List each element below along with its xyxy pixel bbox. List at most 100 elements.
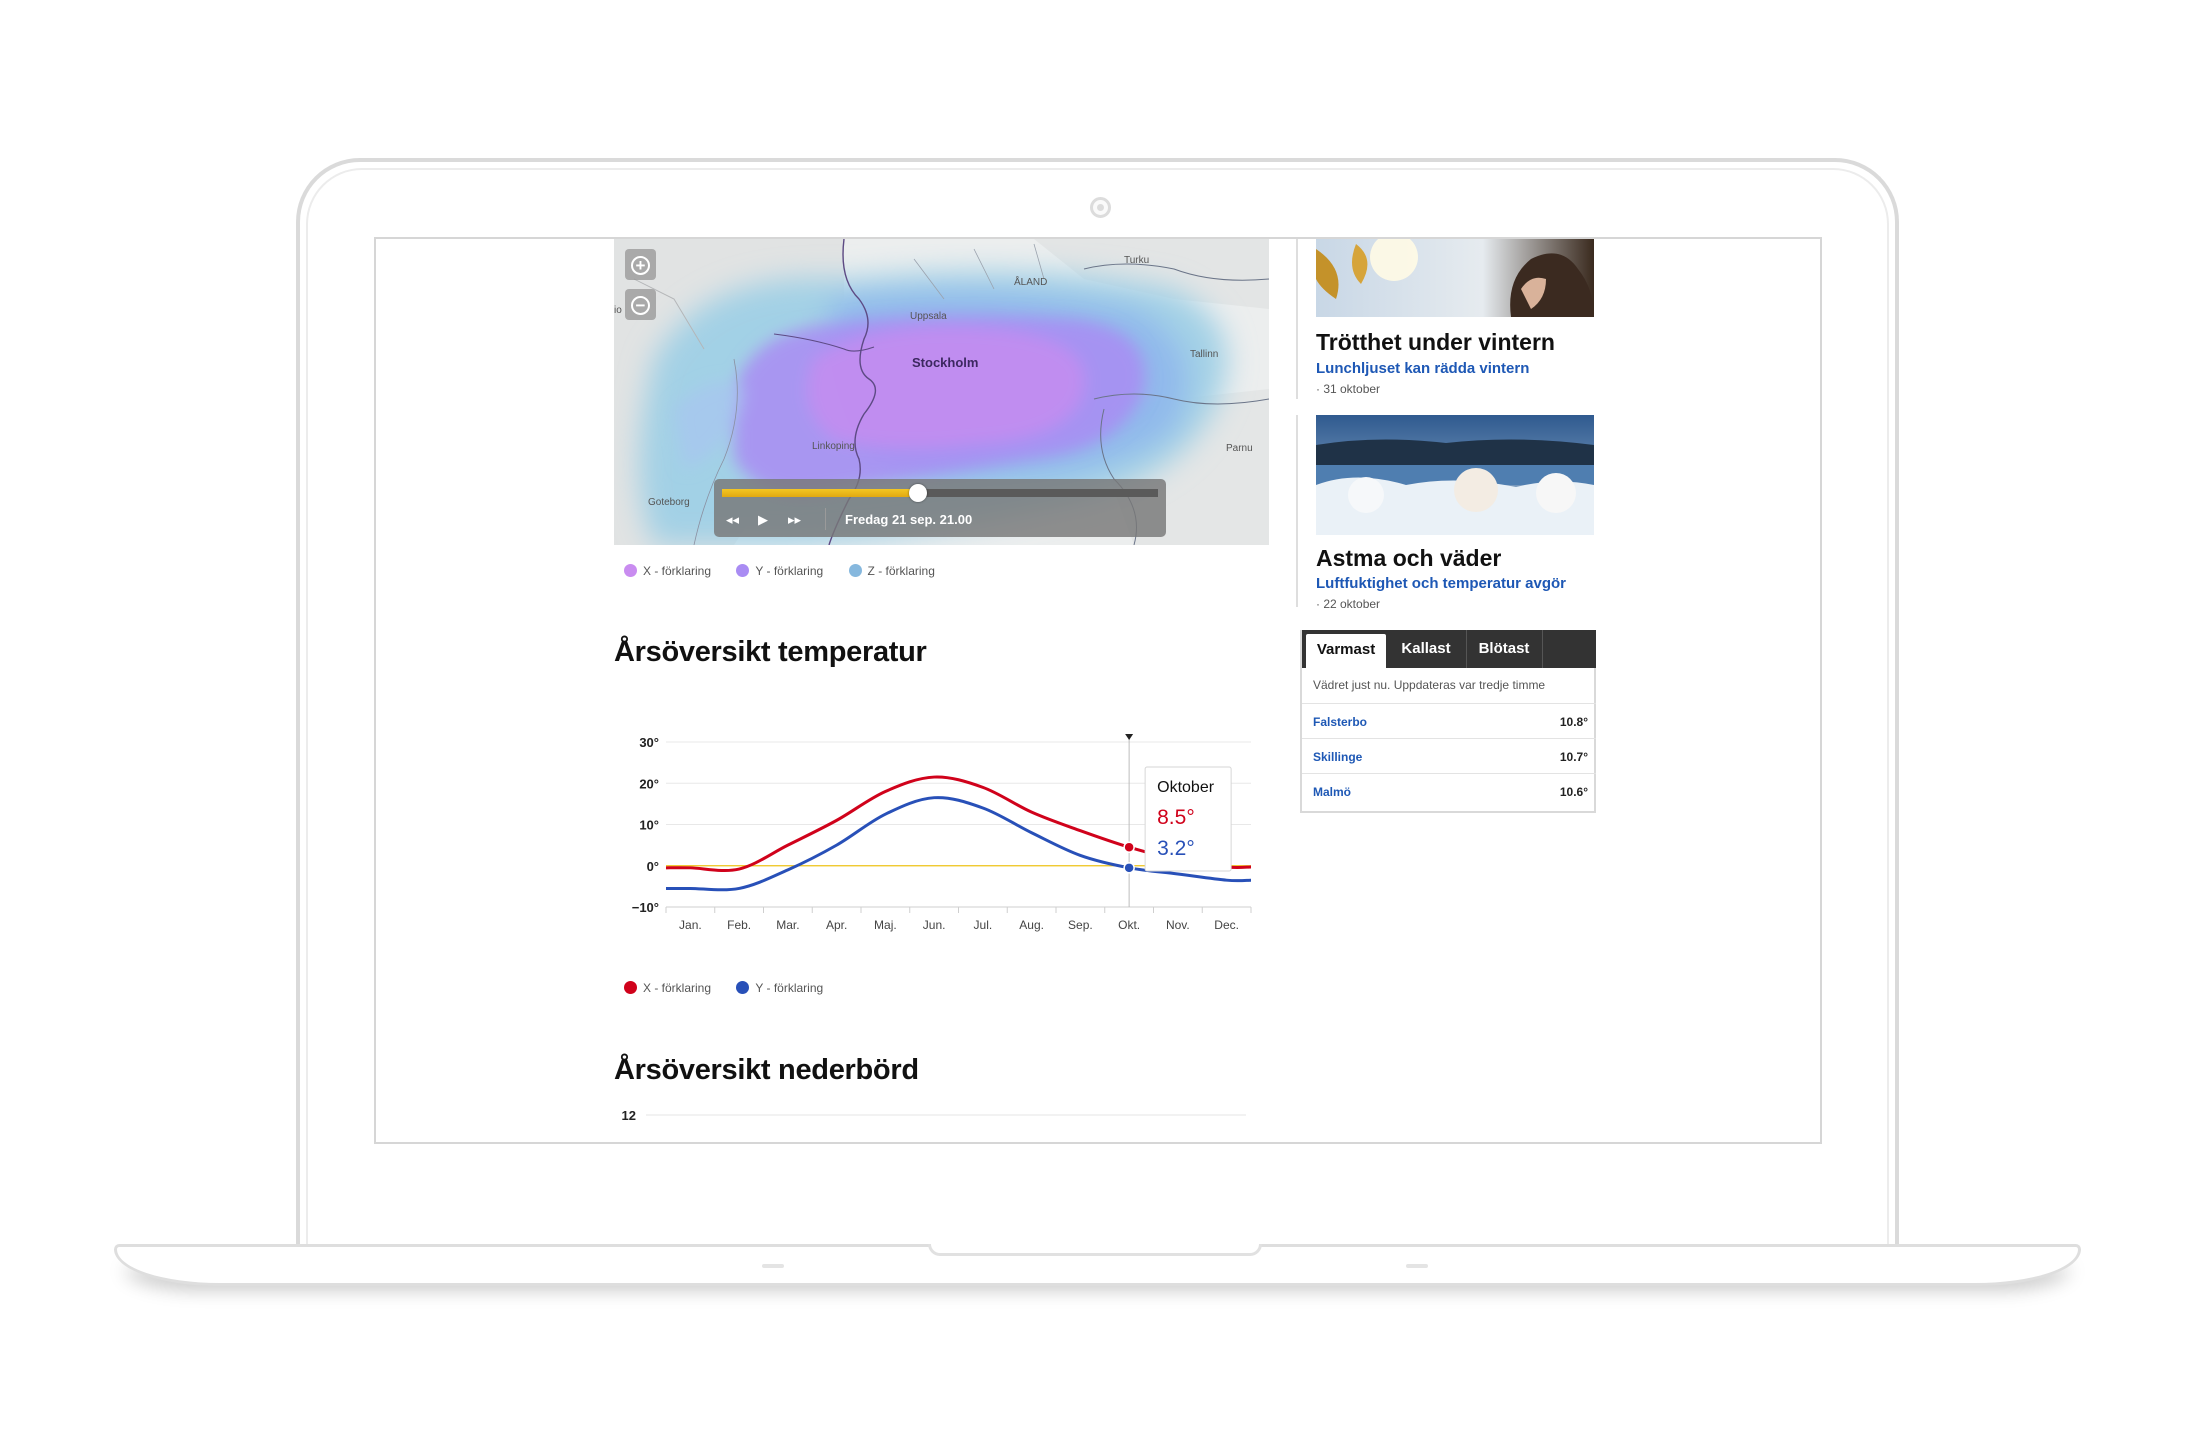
x-tick-label: Dec. (1214, 918, 1239, 932)
place-temperature: 10.8° (1559, 715, 1588, 729)
article-subtitle-link[interactable]: Lunchljuset kan rädda vintern (1316, 360, 1529, 377)
highlight-point (1123, 862, 1135, 874)
forward-icon[interactable]: ▸▸ (788, 512, 801, 528)
highlight-marker-icon (1125, 734, 1134, 740)
x-tick-label: Apr. (826, 918, 847, 932)
map-label-goteborg: Goteborg (648, 497, 690, 508)
map-legend: X - förklaring Y - förklaring Z - förkla… (624, 564, 957, 578)
x-tick-label: Jul. (974, 918, 993, 932)
y-tick-label: 10° (639, 818, 659, 833)
zoom-out-icon: − (631, 296, 650, 315)
precipitation-chart: 12 (622, 1109, 1246, 1123)
article-image-winter-sun (1316, 239, 1594, 317)
article-divider (1296, 239, 1298, 399)
y-tick-label: 20° (639, 776, 659, 791)
x-tick-label: Nov. (1166, 918, 1190, 932)
map-legend-item: X - förklaring (624, 564, 711, 578)
legend-label: Y - förklaring (755, 981, 824, 995)
x-tick-label: Feb. (727, 918, 751, 932)
play-icon[interactable]: ▶ (758, 512, 768, 528)
legend-label: X - förklaring (643, 564, 712, 578)
article-date: · 31 oktober (1316, 382, 1381, 396)
legend-dot-icon (736, 564, 750, 577)
article-image[interactable] (1316, 415, 1594, 535)
article-title[interactable]: Astma och väder (1316, 545, 1501, 572)
article-date: · 22 oktober (1316, 597, 1381, 611)
tab-blotast[interactable]: Blötast (1467, 630, 1541, 668)
legend-label: Z - förklaring (867, 564, 935, 578)
temperature-heading: Årsöversikt temperatur (614, 636, 927, 668)
map-legend-item: Y - förklaring (736, 564, 823, 578)
legend-dot-icon (736, 981, 750, 994)
precipitation-heading: Årsöversikt nederbörd (614, 1054, 919, 1086)
weather-ranking-widget: Varmast Kallast Blötast Vädret just nu. … (1300, 630, 1596, 813)
x-tick-label: Maj. (874, 918, 897, 932)
place-link[interactable]: Falsterbo (1313, 715, 1367, 729)
place-temperature: 10.6° (1559, 785, 1588, 799)
map-label-parnu: Parnu (1226, 443, 1253, 454)
laptop-foot (1406, 1264, 1428, 1268)
y-tick-label: 30° (639, 735, 659, 750)
tab-varmast[interactable]: Varmast (1306, 634, 1386, 668)
rewind-icon[interactable]: ◂◂ (726, 512, 739, 528)
temperature-legend-item: X - förklaring (624, 981, 711, 995)
place-link[interactable]: Malmö (1313, 785, 1351, 799)
map-label-edge: io (614, 305, 622, 316)
temperature-legend-item: Y - förklaring (736, 981, 823, 995)
precipitation-map[interactable]: + − io Turku ÅLAND Uppsala Stockholm Tal… (614, 239, 1269, 545)
article-subtitle-link[interactable]: Luftfuktighet och temperatur avgör (1316, 575, 1566, 592)
camera-lens (1097, 204, 1104, 211)
map-label-stockholm: Stockholm (912, 355, 979, 370)
article-image-winter-landscape (1316, 415, 1594, 535)
y-tick-label: −10° (632, 900, 659, 915)
x-tick-label: Sep. (1068, 918, 1093, 932)
map-label-aland: ÅLAND (1014, 277, 1048, 288)
article-title[interactable]: Trötthet under vintern (1316, 329, 1555, 356)
legend-dot-icon (624, 564, 637, 577)
zoom-in-button[interactable]: + (625, 249, 656, 280)
map-label-tallinn: Tallinn (1190, 349, 1219, 360)
highlight-point (1123, 841, 1135, 853)
y-tick-label: 0° (647, 859, 659, 874)
precipitation-tick-label: 12 (622, 1109, 636, 1123)
x-tick-label: Okt. (1118, 918, 1140, 932)
laptop-notch (928, 1244, 1262, 1256)
tooltip-x-value: 8.5° (1157, 806, 1195, 829)
x-tick-label: Mar. (776, 918, 799, 932)
article-divider (1296, 415, 1298, 607)
x-tick-label: Aug. (1019, 918, 1044, 932)
legend-dot-icon (848, 564, 862, 577)
player-divider (825, 508, 826, 530)
zoom-out-button[interactable]: − (625, 289, 656, 320)
tab-divider (1542, 630, 1543, 668)
timeline-handle[interactable] (909, 484, 928, 502)
tooltip-y-value: 3.2° (1157, 837, 1195, 860)
temperature-chart[interactable]: 30° 20° 10° 0° −10° Jan. Feb. Mar. Apr. Maj. Jun. J… (596, 694, 1286, 974)
x-tick-label: Jan. (679, 918, 702, 932)
map-legend-item: Z - förklaring (848, 564, 935, 578)
widget-tabs: Varmast Kallast Blötast (1302, 630, 1596, 668)
map-label-linkoping: Linkoping (812, 441, 855, 452)
tab-kallast[interactable]: Kallast (1386, 630, 1466, 668)
legend-label: Y - förklaring (755, 564, 824, 578)
temperature-legend: X - förklaring Y - förklaring (624, 981, 845, 995)
laptop-foot (762, 1264, 784, 1268)
x-tick-label: Jun. (923, 918, 946, 932)
zoom-in-icon: + (631, 256, 650, 275)
tooltip-month: Oktober (1157, 779, 1215, 796)
table-row[interactable]: Skillinge 10.7° (1302, 738, 1596, 773)
map-label-uppsala: Uppsala (910, 311, 947, 322)
place-link[interactable]: Skillinge (1313, 750, 1362, 764)
widget-note: Vädret just nu. Uppdateras var tredje ti… (1313, 678, 1546, 692)
article-image[interactable] (1316, 239, 1594, 317)
timeline-track[interactable] (722, 489, 1158, 497)
timeline-timestamp: Fredag 21 sep. 21.00 (845, 512, 973, 527)
timeline-progress (722, 489, 919, 497)
table-row[interactable]: Malmö 10.6° (1302, 773, 1596, 808)
legend-dot-icon (624, 981, 637, 994)
timeline-player: ◂◂ ▶ ▸▸ Fredag 21 sep. 21.00 (714, 479, 1166, 537)
laptop-screen: + − io Turku ÅLAND Uppsala Stockholm Tal… (374, 237, 1822, 1144)
table-row[interactable]: Falsterbo 10.8° (1302, 703, 1596, 738)
legend-label: X - förklaring (643, 981, 712, 995)
place-temperature: 10.7° (1559, 750, 1588, 764)
